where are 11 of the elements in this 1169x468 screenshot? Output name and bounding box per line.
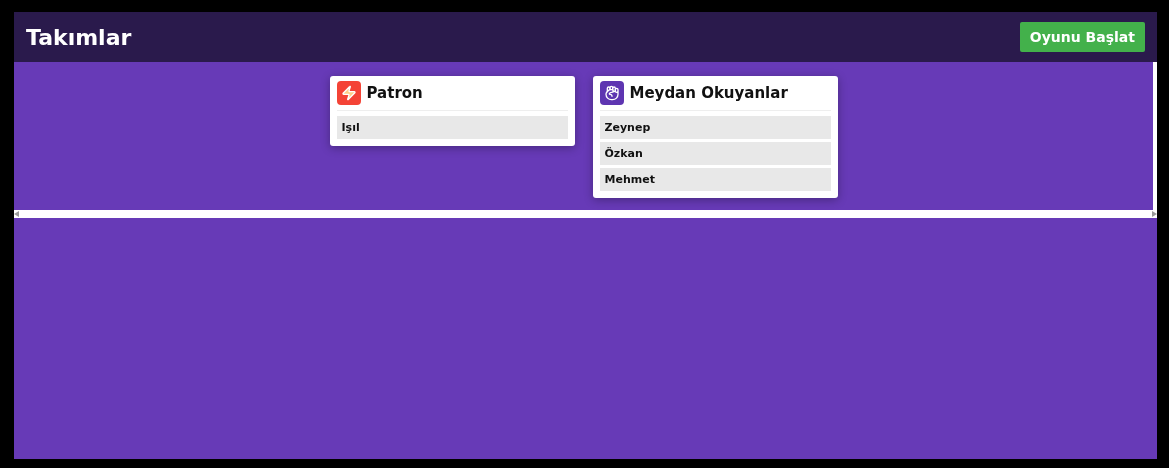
member-name: Zeynep xyxy=(599,116,831,139)
member-name: Işıl xyxy=(336,116,568,139)
scroll-right-icon[interactable] xyxy=(1152,211,1157,217)
member-name: Özkan xyxy=(599,142,831,165)
member-name: Mehmet xyxy=(599,168,831,191)
start-game-button[interactable]: Oyunu Başlat xyxy=(1019,22,1145,52)
horizontal-scrollbar[interactable] xyxy=(14,210,1157,218)
scroll-left-icon[interactable] xyxy=(14,211,19,217)
page-title: Takımlar xyxy=(26,24,132,50)
team-name: Meydan Okuyanlar xyxy=(629,84,788,102)
team-name: Patron xyxy=(366,84,423,102)
